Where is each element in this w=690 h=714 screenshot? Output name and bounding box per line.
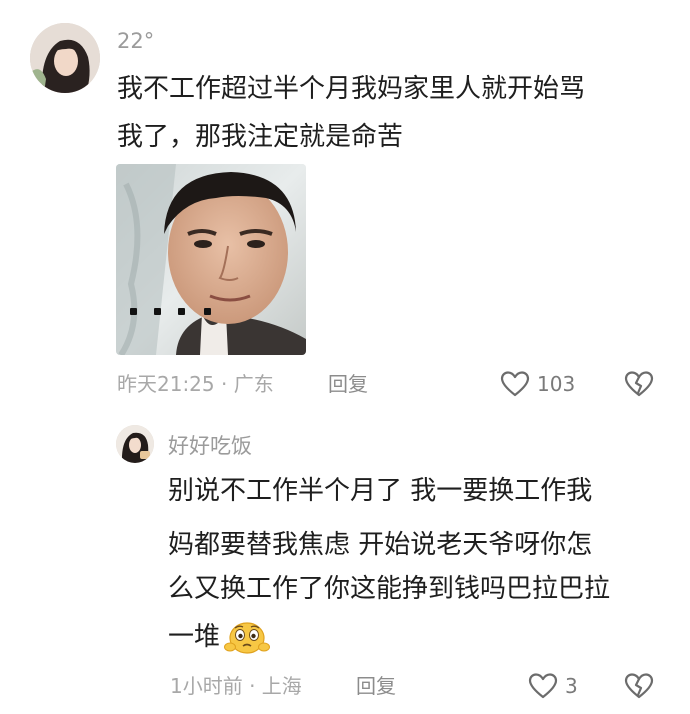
reply-username[interactable]: 好好吃饭: [168, 433, 252, 459]
broken-heart-icon: [624, 673, 654, 699]
reply-avatar-image: [116, 425, 154, 463]
comment-time-location: 昨天21:25 · 广东: [117, 372, 274, 396]
comment-like-button[interactable]: [500, 369, 530, 399]
avatar-image: [30, 23, 100, 93]
reply-text-line-4: 一堆: [168, 622, 221, 652]
meme-photo-man-face-icon: [116, 164, 306, 355]
comment-image[interactable]: [116, 164, 306, 355]
comment-dislike-button[interactable]: [624, 369, 654, 399]
comment-item: 22° 我不工作超过半个月我妈家里人就开始骂 我了，那我注定就是命苦 昨天21:…: [0, 0, 690, 410]
user-avatar[interactable]: [30, 23, 100, 93]
reply-item: 好好吃饭 别说不工作半个月了 我一要换工作我 妈都要替我焦虑 开始说老天爷呀你怎…: [0, 410, 690, 714]
reply-dislike-button[interactable]: [624, 671, 654, 701]
heart-outline-icon: [500, 371, 530, 397]
reply-text-line-1: 别说不工作半个月了 我一要换工作我: [168, 476, 593, 506]
reply-text-line-3: 么又换工作了你这能挣到钱吗巴拉巴拉: [168, 574, 611, 604]
comment-text-line-2: 我了，那我注定就是命苦: [117, 122, 404, 152]
comment-text-line-1: 我不工作超过半个月我妈家里人就开始骂: [117, 74, 586, 104]
worried-face-emoji-icon: [224, 618, 270, 656]
reply-like-button[interactable]: [528, 671, 558, 701]
reply-time-location: 1小时前 · 上海: [170, 674, 302, 698]
comment-like-count: 103: [537, 372, 576, 396]
reply-like-count: 3: [565, 674, 578, 698]
reply-user-avatar[interactable]: [116, 425, 154, 463]
comment-username[interactable]: 22°: [117, 28, 154, 54]
reply-reply-button[interactable]: 回复: [356, 673, 396, 699]
broken-heart-icon: [624, 371, 654, 397]
heart-outline-icon: [528, 673, 558, 699]
comment-reply-button[interactable]: 回复: [328, 371, 368, 397]
